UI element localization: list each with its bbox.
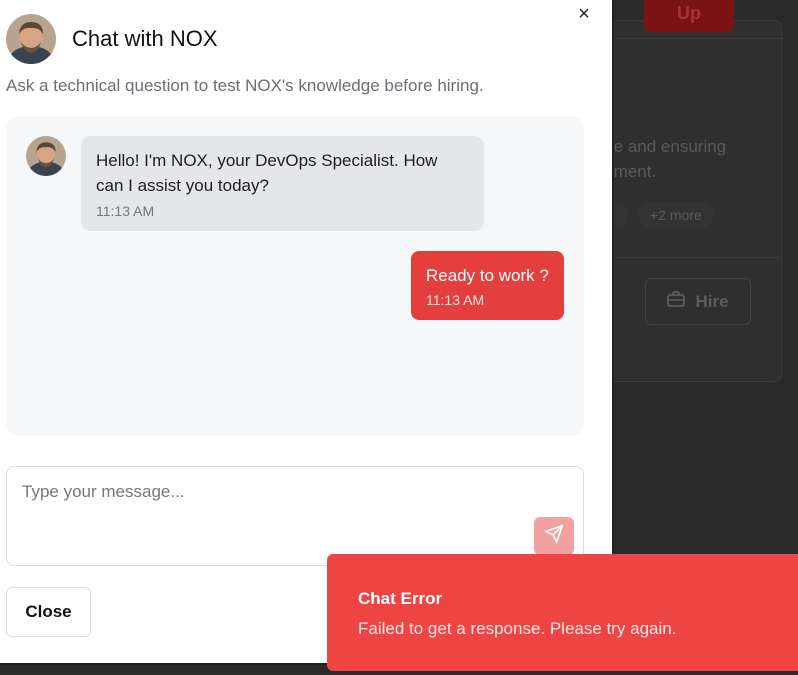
- send-icon: [544, 524, 564, 549]
- briefcase-icon: [667, 291, 686, 312]
- message-bubble: Hello! I'm NOX, your DevOps Specialist. …: [81, 136, 484, 231]
- message-text: Hello! I'm NOX, your DevOps Specialist. …: [96, 151, 438, 195]
- close-icon[interactable]: ×: [574, 4, 594, 24]
- background-description-line: re and ensuring: [608, 137, 727, 156]
- toast-description: Failed to get a response. Please try aga…: [358, 619, 677, 638]
- modal-header: Chat with NOX: [6, 14, 218, 64]
- modal-title: Chat with NOX: [72, 26, 218, 51]
- avatar: [6, 14, 56, 64]
- send-button[interactable]: [534, 517, 574, 555]
- message-text: Ready to work ?: [426, 266, 549, 285]
- background-divider: [614, 257, 780, 258]
- modal-subtitle: Ask a technical question to test NOX's k…: [6, 76, 484, 95]
- chat-messages: Hello! I'm NOX, your DevOps Specialist. …: [6, 116, 584, 436]
- background-more-pill: +2 more: [638, 202, 714, 228]
- background-description: re and ensuring rment.: [608, 134, 726, 184]
- background-up-button[interactable]: Up: [644, 0, 734, 32]
- message-input-container: [6, 466, 584, 566]
- hire-label: Hire: [695, 291, 729, 311]
- error-toast[interactable]: Chat Error Failed to get a response. Ple…: [327, 554, 798, 671]
- toast-title: Chat Error: [358, 589, 443, 608]
- background-divider-top: [614, 38, 784, 39]
- message-user: Ready to work ? 11:13 AM: [411, 251, 564, 320]
- background-hire-button[interactable]: Hire: [645, 278, 751, 325]
- background-description-line: rment.: [608, 162, 657, 181]
- message-assistant: Hello! I'm NOX, your DevOps Specialist. …: [26, 136, 484, 231]
- message-time: 11:13 AM: [426, 292, 485, 308]
- message-time: 11:13 AM: [96, 203, 155, 219]
- avatar: [26, 136, 66, 176]
- message-input[interactable]: [7, 467, 583, 565]
- close-button[interactable]: Close: [6, 587, 91, 637]
